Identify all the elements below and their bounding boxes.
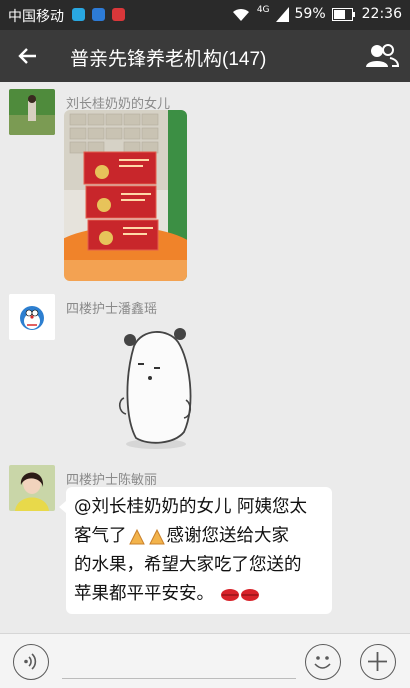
message-line: @刘长桂奶奶的女儿 阿姨您太 — [74, 497, 308, 517]
chat-title: 普亲先锋养老机构(147) — [70, 49, 267, 70]
message-line: 苹果都平平安安。 — [74, 580, 332, 609]
lips-icon — [221, 588, 239, 601]
praying-hands-icon — [128, 528, 145, 544]
sender-name: 四楼护士潘鑫瑶 — [66, 302, 158, 317]
battery-icon — [331, 7, 355, 21]
group-members-icon — [366, 44, 400, 67]
lips-icon — [241, 588, 259, 601]
image-message[interactable] — [64, 110, 187, 281]
sender-avatar[interactable] — [9, 465, 55, 511]
praying-hands-icon — [148, 528, 165, 544]
message-line: 的水果，希望大家吃了您送的 — [74, 555, 302, 575]
message-app-icon — [72, 8, 85, 21]
message-input[interactable] — [62, 678, 296, 679]
carrier-label: 中国移动 — [8, 9, 64, 25]
emoji-icon — [314, 656, 331, 669]
plus-icon — [368, 652, 387, 671]
sender-avatar[interactable] — [9, 294, 55, 340]
wifi-icon — [232, 8, 249, 21]
emoji-button[interactable] — [305, 644, 341, 680]
input-bar — [0, 633, 410, 688]
sender-avatar[interactable] — [9, 89, 55, 135]
notification-app-icon — [112, 8, 125, 21]
back-button[interactable] — [12, 40, 44, 72]
chat-header: 普亲先锋养老机构(147) — [0, 30, 410, 82]
gallery-app-icon — [92, 8, 105, 21]
voice-button[interactable] — [13, 644, 49, 680]
message-line: 客气了 感谢您送给大家 — [74, 526, 289, 546]
status-bar: 中国移动 4G 59% 22:36 — [0, 0, 410, 30]
text-message[interactable]: @刘长桂奶奶的女儿 阿姨您太 客气了 感谢您送给大家 的水果，希望大家吃了您送的… — [59, 487, 332, 614]
more-button[interactable] — [360, 644, 396, 680]
group-members-button[interactable] — [364, 40, 400, 72]
voice-icon — [24, 653, 37, 670]
battery-percent: 59% — [294, 6, 326, 22]
sticker-message[interactable] — [104, 320, 208, 452]
network-type-label: 4G — [256, 4, 270, 15]
signal-icon — [275, 6, 289, 22]
back-arrow-icon — [18, 48, 36, 64]
sender-name: 四楼护士陈敏丽 — [66, 473, 158, 488]
clock: 22:36 — [361, 6, 402, 22]
